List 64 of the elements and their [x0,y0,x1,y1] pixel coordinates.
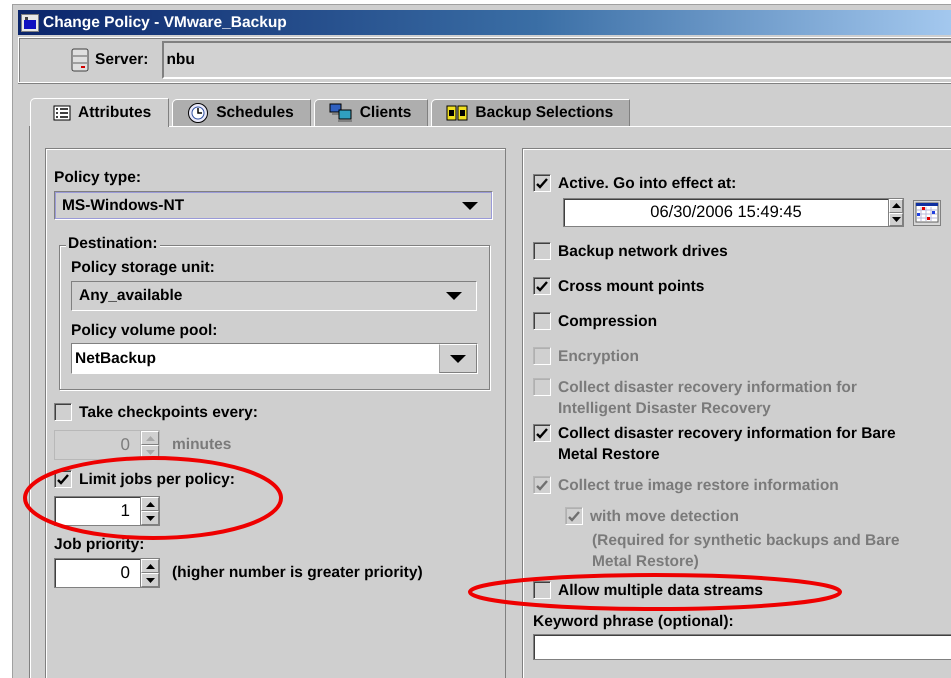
caret-up-icon [892,203,900,208]
checkbox[interactable] [533,174,551,192]
spin-up-button[interactable] [889,199,903,212]
window-icon [21,14,39,32]
dropdown-arrow-icon [450,354,466,362]
caret-down-icon [892,216,900,222]
server-field[interactable]: nbu [162,41,951,79]
server-icon [71,48,89,72]
checkbox[interactable] [533,277,551,295]
number-field[interactable]: 0 [54,558,140,588]
checkbox-label: Compression [558,312,658,332]
dropdown[interactable]: Any_available [71,281,477,311]
caret-down-icon [146,450,154,454]
checkbox[interactable] [533,581,551,599]
checkbox[interactable] [533,312,551,330]
spin-down-button[interactable] [889,212,903,226]
server-label: Server: [95,51,148,69]
calendar-icon[interactable] [913,200,941,226]
field-label: Keyword phrase (optional): [533,612,734,632]
spin-up-button[interactable] [141,497,159,511]
spin-down-button[interactable] [141,511,159,525]
checkbox-label: Allow multiple data streams [558,581,763,601]
field-label: Policy type: [54,168,141,188]
computers-icon [328,103,353,123]
books-icon [446,105,468,121]
field-label: Job priority: [54,535,144,555]
checkbox-label: Encryption [558,347,639,367]
dropdown-button[interactable] [439,344,477,373]
caret-up-icon [146,436,154,440]
checkbox[interactable] [533,424,551,442]
spin-up-button[interactable] [141,559,159,573]
clock-icon [187,102,210,124]
date-field[interactable]: 06/30/2006 15:49:45 [563,198,888,227]
caret-down-icon [146,516,154,520]
unit-label: minutes [172,436,232,454]
checkbox-label: Cross mount points [558,277,704,297]
note-text: (Required for synthetic backups and Bare Metal Restore) [592,531,900,572]
tab[interactable]: Attributes [30,98,170,127]
checkbox-label: with move detection [590,507,739,527]
caret-up-icon [146,502,154,506]
checkbox-label: Backup network drives [558,242,728,262]
dropdown-arrow-icon [446,292,462,300]
dropdown-arrow-icon [462,202,478,210]
field-label: Policy storage unit: [71,258,215,278]
tab[interactable]: Clients [314,99,428,126]
caret-down-icon [146,578,154,582]
dropdown[interactable]: MS-Windows-NT [54,191,493,220]
checkbox-label: Take checkpoints every: [79,403,258,423]
checkbox-label: Collect true image restore information [558,476,839,496]
field-label: Policy volume pool: [71,321,218,341]
window-title: Change Policy - VMware_Backup [43,14,287,32]
tab[interactable]: Schedules [172,99,311,126]
checkbox-label: Active. Go into effect at: [558,174,736,194]
hint-text: (higher number is greater priority) [172,564,423,582]
checkbox[interactable] [533,242,551,260]
checkbox-label: Collect disaster recovery information for Bare Metal Restore [558,424,896,465]
input-field[interactable] [533,634,951,660]
spin-down-button[interactable] [141,573,159,587]
caret-up-icon [146,564,154,568]
checkbox-label: Collect disaster recovery information for Intelligent Disaster Recovery [558,378,857,419]
tab[interactable]: Backup Selections [431,99,630,126]
list-icon [53,105,71,121]
number-field[interactable]: 1 [54,496,140,526]
checkbox-label: Limit jobs per policy: [79,470,235,490]
